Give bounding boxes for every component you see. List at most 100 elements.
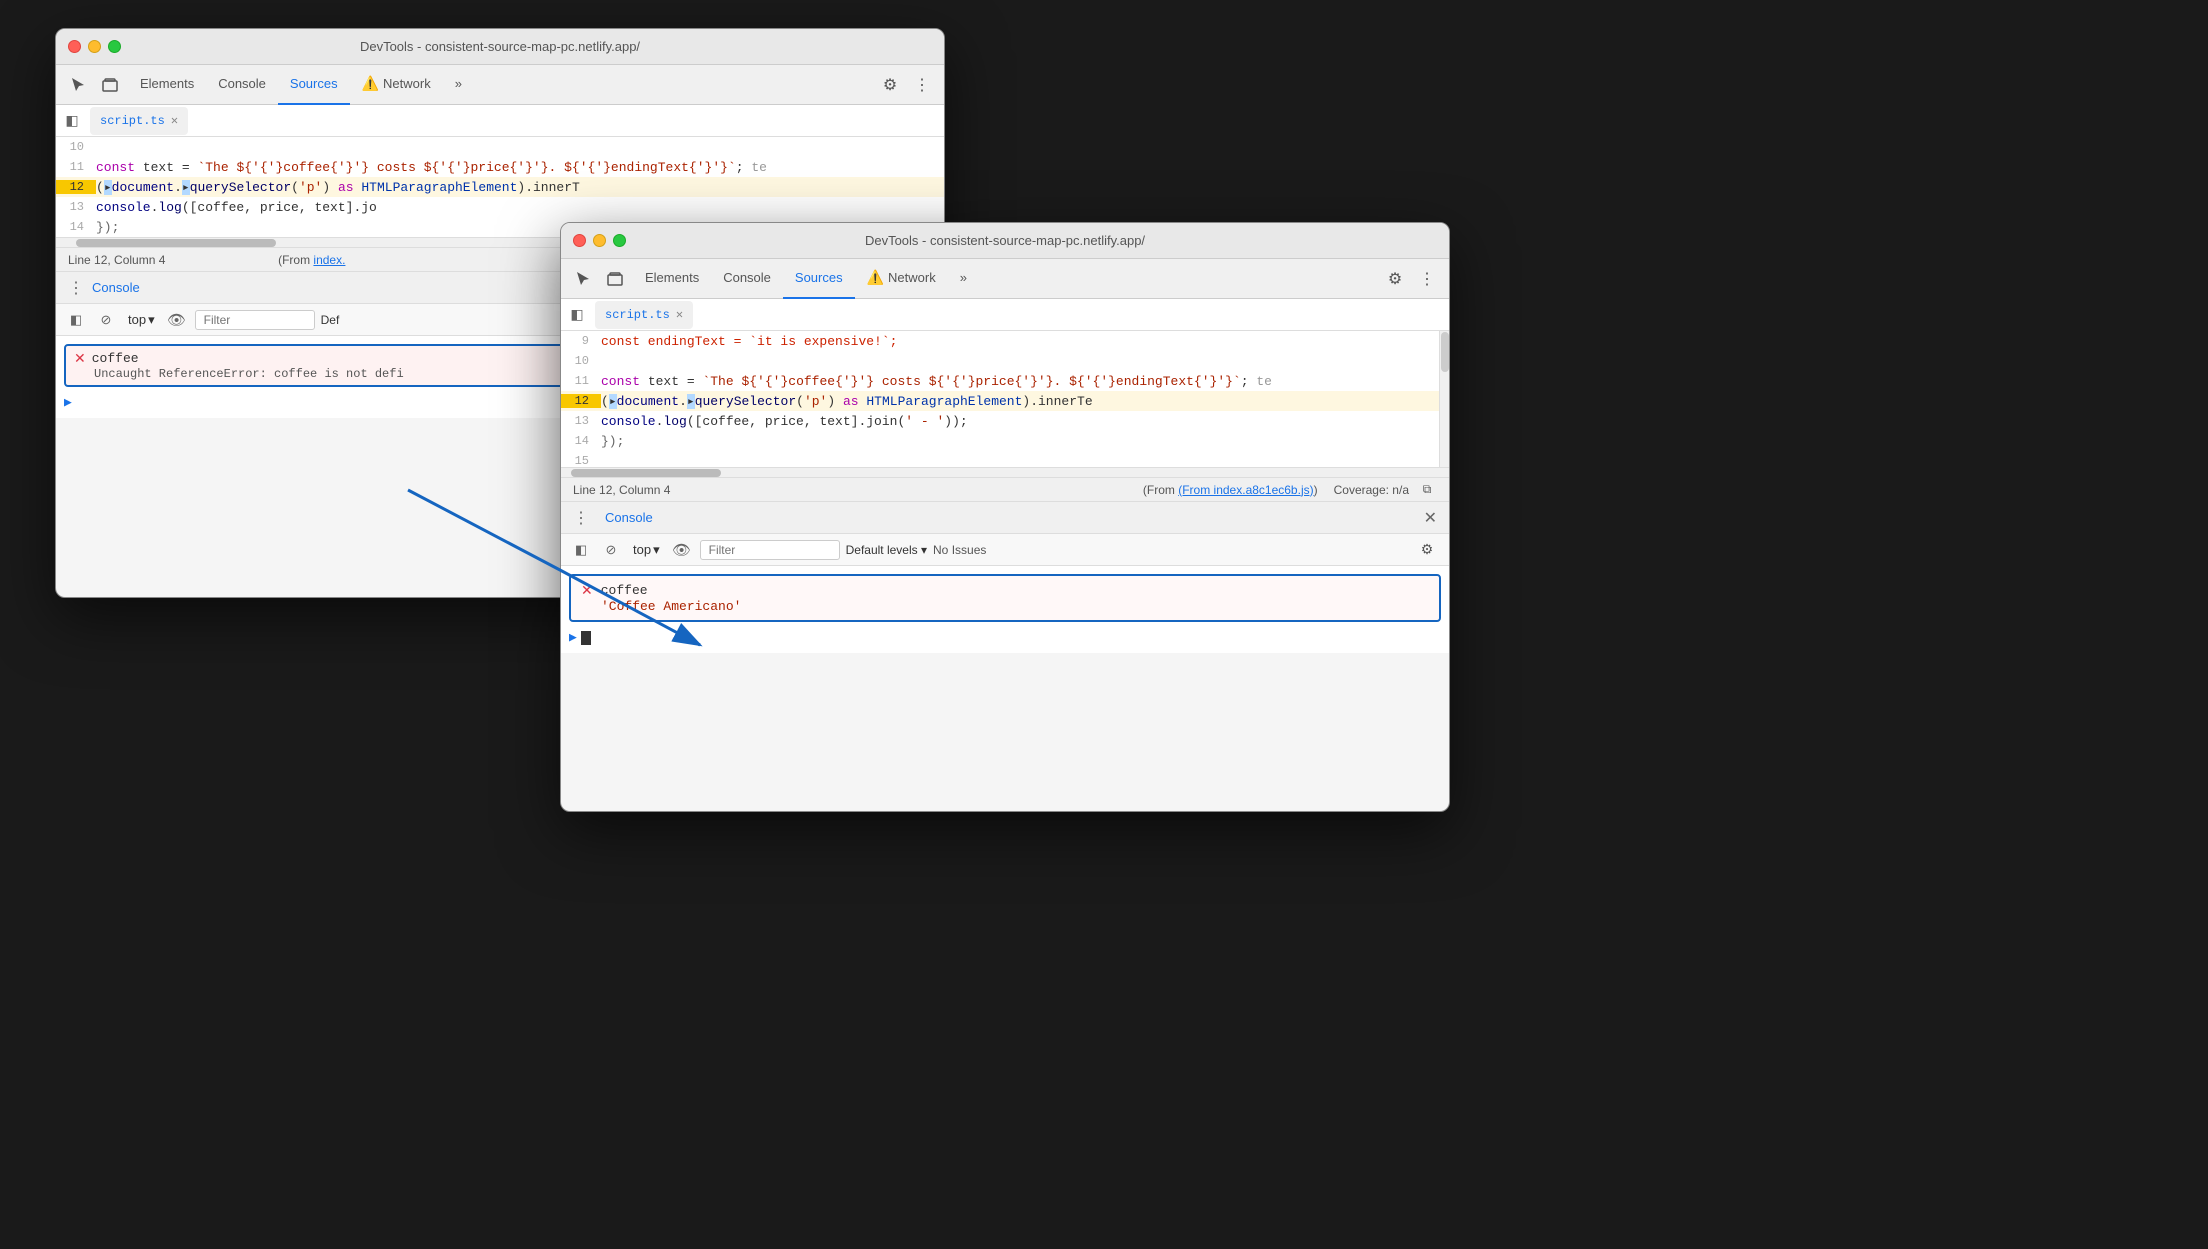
settings-icon-front[interactable]: ⚙ <box>1381 265 1409 293</box>
prompt-arrow-front: ▶ <box>569 630 577 645</box>
tab-network-front[interactable]: ⚠️ Network <box>855 259 948 299</box>
more-icon-back[interactable]: ⋮ <box>908 71 936 99</box>
def-levels-back: Def <box>321 313 340 327</box>
v-scrollbar-front[interactable] <box>1439 331 1449 467</box>
coverage-icon-front[interactable]: ⧉ <box>1417 480 1437 500</box>
devtools-toolbar-back: Elements Console Sources ⚠️ Network » ⚙ … <box>56 65 944 105</box>
success-header-front: ✕ coffee <box>581 582 1429 599</box>
devtools-window-front: DevTools - consistent-source-map-pc.netl… <box>560 222 1450 812</box>
cursor-icon[interactable] <box>64 71 92 99</box>
error-name-back: coffee <box>92 351 139 366</box>
file-tab-script-front[interactable]: script.ts ✕ <box>595 301 693 329</box>
console-section-front: ⋮ Console ✕ ◧ ⊘ top ▾ 👁 Default levels ▾… <box>561 501 1449 653</box>
status-from-front: (From (From index.a8c1ec6b.js)) <box>1143 483 1318 497</box>
window-title-back: DevTools - consistent-source-map-pc.netl… <box>360 39 640 54</box>
h-scrollbar-thumb-front[interactable] <box>571 469 721 477</box>
layers-icon-front[interactable] <box>601 265 629 293</box>
file-tab-close-front[interactable]: ✕ <box>676 307 683 322</box>
minimize-button-back[interactable] <box>88 40 101 53</box>
code-line-9-front: 9 const endingText = `it is expensive!`; <box>561 331 1439 351</box>
code-line-10-back: 10 <box>56 137 944 157</box>
devtools-toolbar-front: Elements Console Sources ⚠️ Network » ⚙ … <box>561 259 1449 299</box>
code-line-12-back: 12 (▸document.▸querySelector('p') as HTM… <box>56 177 944 197</box>
tab-network-back[interactable]: ⚠️ Network <box>350 65 443 105</box>
code-line-13-back: 13 console.log([coffee, price, text].jo <box>56 197 944 217</box>
console-sidebar-btn-back[interactable]: ◧ <box>64 308 88 332</box>
status-bar-front: Line 12, Column 4 (From (From index.a8c1… <box>561 477 1449 501</box>
code-line-11-front: 11 const text = `The ${'{'}coffee{'}'} c… <box>561 371 1439 391</box>
cursor-icon-front[interactable] <box>569 265 597 293</box>
code-line-11-back: 11 const text = `The ${'{'}coffee{'}'} c… <box>56 157 944 177</box>
code-line-10-front: 10 <box>561 351 1439 371</box>
console-header-front: ⋮ Console ✕ <box>561 502 1449 534</box>
traffic-lights-front <box>573 234 626 247</box>
success-name-front: coffee <box>601 583 648 598</box>
status-from-back: (From index. <box>278 253 345 267</box>
eye-btn-front[interactable]: 👁 <box>670 538 694 562</box>
tab-console-back[interactable]: Console <box>206 65 278 105</box>
top-dropdown-front[interactable]: top ▾ <box>629 540 664 560</box>
close-button-front[interactable] <box>573 234 586 247</box>
filter-input-back[interactable] <box>195 310 315 330</box>
maximize-button-front[interactable] <box>613 234 626 247</box>
settings-btn-console-front[interactable]: ⚙ <box>1413 536 1441 564</box>
console-clear-btn-back[interactable]: ⊘ <box>94 308 118 332</box>
code-area-container-front: 9 const endingText = `it is expensive!`;… <box>561 331 1449 467</box>
console-success-box-front: ✕ coffee 'Coffee Americano' <box>569 574 1441 622</box>
console-sidebar-btn-front[interactable]: ◧ <box>569 538 593 562</box>
success-value-front: 'Coffee Americano' <box>581 599 1429 614</box>
tab-console-front[interactable]: Console <box>711 259 783 299</box>
code-area-front: 9 const endingText = `it is expensive!`;… <box>561 331 1439 467</box>
more-icon-front[interactable]: ⋮ <box>1413 265 1441 293</box>
maximize-button-back[interactable] <box>108 40 121 53</box>
file-tab-bar-front: ◧ script.ts ✕ <box>561 299 1449 331</box>
code-line-12-front: 12 (▸document.▸querySelector('p') as HTM… <box>561 391 1439 411</box>
file-tab-close-back[interactable]: ✕ <box>171 113 178 128</box>
console-label-front: Console <box>605 510 653 525</box>
cursor-blink-front <box>581 631 591 645</box>
success-value-text-front: 'Coffee Americano' <box>601 599 741 614</box>
sidebar-toggle-front[interactable]: ◧ <box>565 303 589 327</box>
console-menu-front[interactable]: ⋮ <box>573 508 589 528</box>
top-dropdown-back[interactable]: top ▾ <box>124 310 159 330</box>
tab-sources-front[interactable]: Sources <box>783 259 855 299</box>
close-button-back[interactable] <box>68 40 81 53</box>
traffic-lights-back <box>68 40 121 53</box>
sidebar-toggle-back[interactable]: ◧ <box>60 109 84 133</box>
coverage-text-front: Coverage: n/a <box>1334 483 1409 497</box>
prompt-arrow-back: ▶ <box>64 395 72 410</box>
file-tab-name-back: script.ts <box>100 114 165 128</box>
tab-more-back[interactable]: » <box>443 65 474 105</box>
code-line-14-front: 14 }); <box>561 431 1439 451</box>
v-scrollbar-thumb-front[interactable] <box>1441 332 1449 372</box>
tab-bar-front: Elements Console Sources ⚠️ Network » <box>633 259 979 299</box>
eye-btn-back[interactable]: 👁 <box>165 308 189 332</box>
title-bar-front: DevTools - consistent-source-map-pc.netl… <box>561 223 1449 259</box>
success-box-container-front: ✕ coffee 'Coffee Americano' <box>569 574 1441 622</box>
tab-sources-back[interactable]: Sources <box>278 65 350 105</box>
window-title-front: DevTools - consistent-source-map-pc.netl… <box>865 233 1145 248</box>
h-scrollbar-front[interactable] <box>561 467 1449 477</box>
settings-icon-back[interactable]: ⚙ <box>876 71 904 99</box>
default-levels-btn-front[interactable]: Default levels ▾ <box>846 543 927 557</box>
filter-input-front[interactable] <box>700 540 840 560</box>
console-clear-btn-front[interactable]: ⊘ <box>599 538 623 562</box>
console-label-back: Console <box>92 280 140 295</box>
code-line-13-front: 13 console.log([coffee, price, text].joi… <box>561 411 1439 431</box>
h-scrollbar-thumb-back[interactable] <box>76 239 276 247</box>
tab-more-front[interactable]: » <box>948 259 979 299</box>
file-tab-name-front: script.ts <box>605 308 670 322</box>
code-line-15-front: 15 <box>561 451 1439 467</box>
minimize-button-front[interactable] <box>593 234 606 247</box>
tab-bar-back: Elements Console Sources ⚠️ Network » <box>128 65 474 105</box>
no-issues-label-front: No Issues <box>933 543 986 557</box>
console-close-front[interactable]: ✕ <box>1424 508 1437 528</box>
tab-elements-front[interactable]: Elements <box>633 259 711 299</box>
console-menu-back[interactable]: ⋮ <box>68 278 84 298</box>
status-position-back: Line 12, Column 4 <box>68 253 165 267</box>
tab-elements-back[interactable]: Elements <box>128 65 206 105</box>
layers-icon[interactable] <box>96 71 124 99</box>
file-tab-script-back[interactable]: script.ts ✕ <box>90 107 188 135</box>
title-bar-back: DevTools - consistent-source-map-pc.netl… <box>56 29 944 65</box>
status-position-front: Line 12, Column 4 <box>573 483 670 497</box>
